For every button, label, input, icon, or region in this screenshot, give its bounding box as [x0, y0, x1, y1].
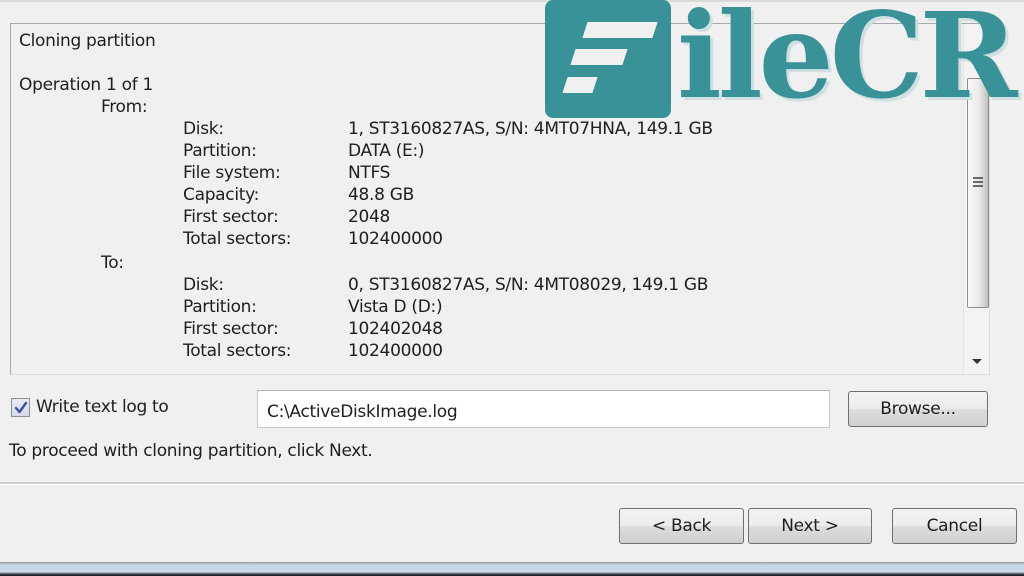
browse-button[interactable]: Browse... — [848, 391, 988, 427]
from-disk-label: Disk: — [183, 119, 224, 139]
from-total-sectors-value: 102400000 — [348, 229, 443, 249]
from-partition-label: Partition: — [183, 141, 257, 161]
back-button[interactable]: < Back — [619, 508, 744, 544]
grip-icon — [973, 177, 983, 187]
from-filesystem-label: File system: — [183, 163, 281, 183]
to-partition-label: Partition: — [183, 297, 257, 317]
to-heading: To: — [101, 253, 124, 273]
from-partition-value: DATA (E:) — [348, 141, 425, 161]
watermark-logo: ileCR — [545, 0, 1024, 125]
to-partition-value: Vista D (D:) — [348, 297, 443, 317]
cancel-button[interactable]: Cancel — [892, 508, 1017, 544]
from-first-sector-value: 2048 — [348, 207, 391, 227]
from-capacity-label: Capacity: — [183, 185, 260, 205]
taskbar-strip — [0, 562, 1024, 576]
operation-counter: Operation 1 of 1 — [19, 75, 154, 95]
watermark-f-icon — [545, 0, 671, 118]
instruction-text: To proceed with cloning partition, click… — [9, 441, 373, 461]
to-total-sectors-value: 102400000 — [348, 341, 443, 361]
log-path-input[interactable] — [257, 390, 830, 428]
to-disk-label: Disk: — [183, 275, 224, 295]
watermark-text: ileCR — [677, 0, 1018, 125]
to-first-sector-label: First sector: — [183, 319, 279, 339]
from-filesystem-value: NTFS — [348, 163, 391, 183]
from-capacity-value: 48.8 GB — [348, 185, 414, 205]
to-disk-value: 0, ST3160827AS, S/N: 4MT08029, 149.1 GB — [348, 275, 709, 295]
checkmark-icon — [14, 401, 27, 413]
summary-title: Cloning partition — [19, 31, 156, 51]
write-log-label[interactable]: Write text log to — [36, 397, 169, 417]
clone-wizard-page: Cloning partition Operation 1 of 1 From:… — [0, 0, 1024, 576]
from-heading: From: — [101, 97, 148, 117]
to-first-sector-value: 102402048 — [348, 319, 443, 339]
to-total-sectors-label: Total sectors: — [183, 341, 292, 361]
next-button[interactable]: Next > — [748, 508, 872, 544]
scroll-down-arrow-icon[interactable] — [972, 359, 982, 364]
from-first-sector-label: First sector: — [183, 207, 279, 227]
write-log-checkbox[interactable] — [11, 398, 30, 417]
from-total-sectors-label: Total sectors: — [183, 229, 292, 249]
button-bar-divider — [0, 482, 1024, 485]
